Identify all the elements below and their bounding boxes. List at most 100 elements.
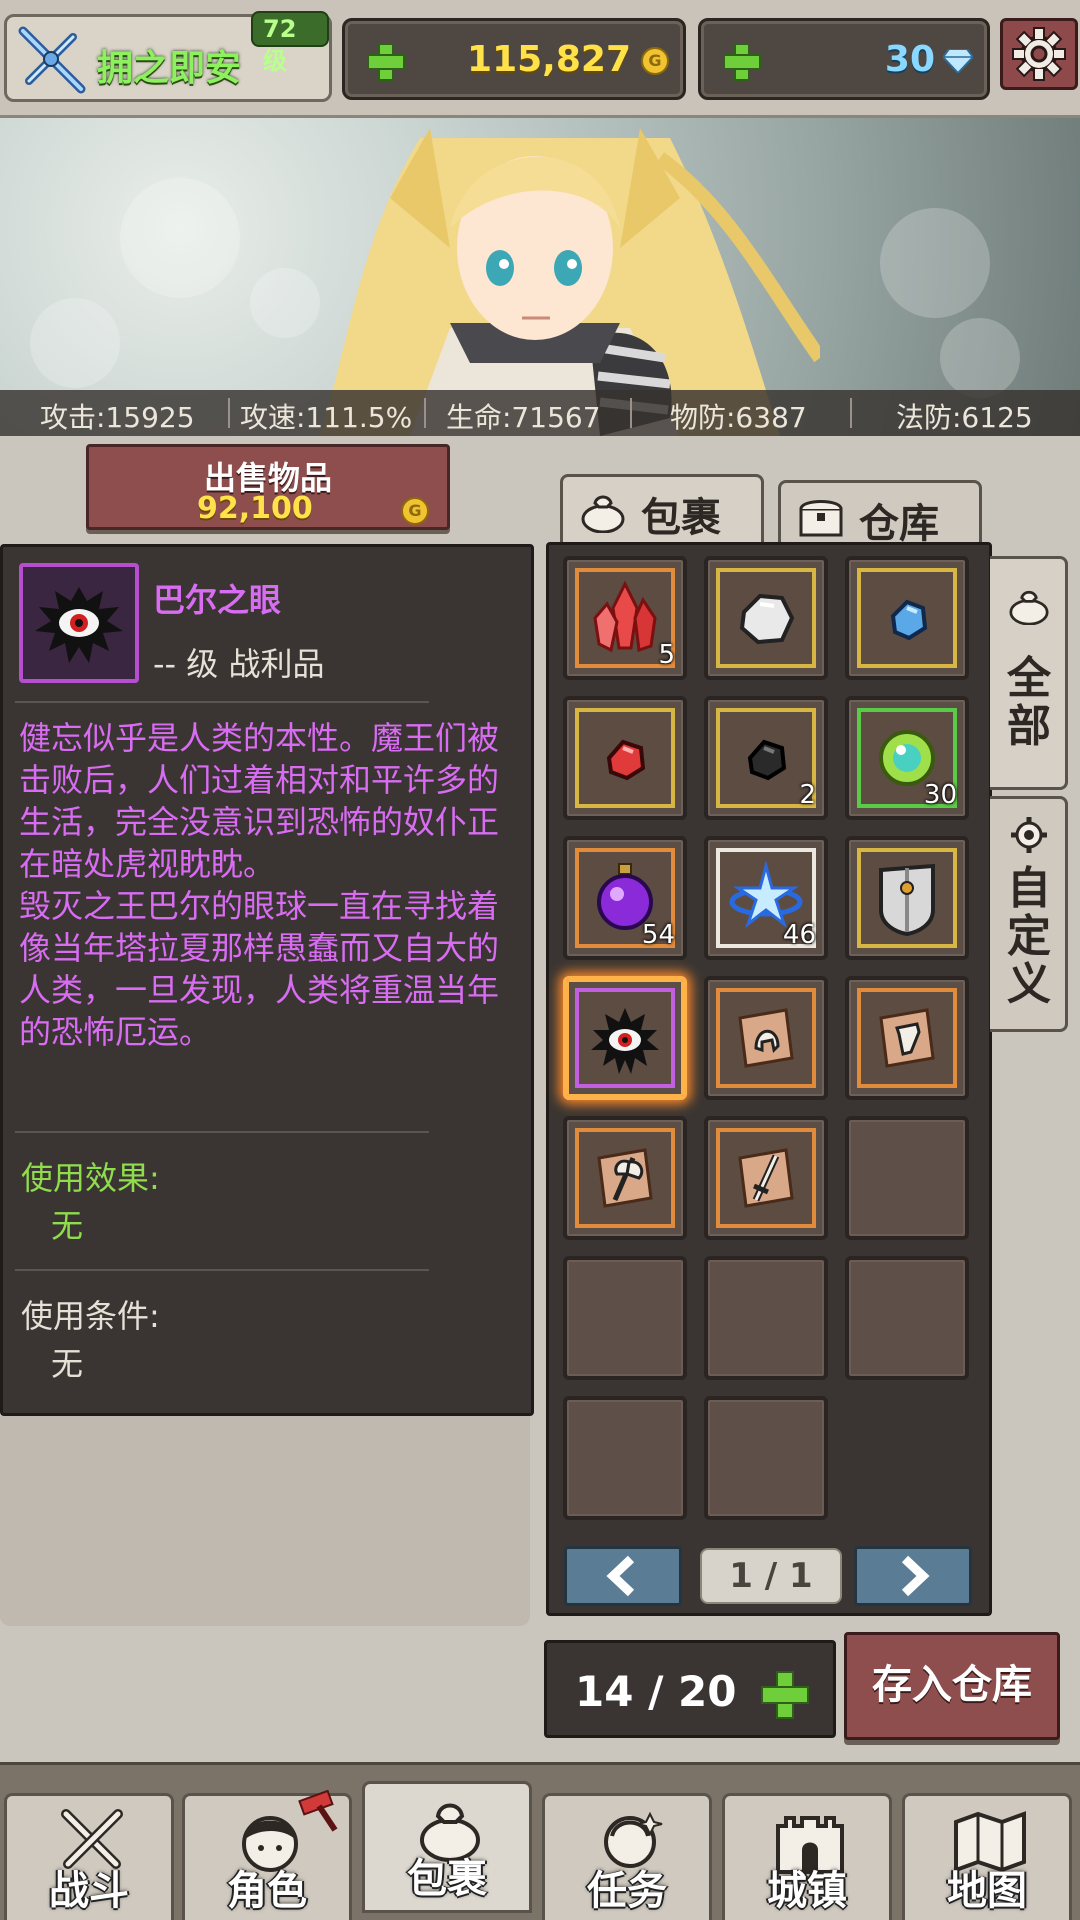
axe-scroll-icon — [597, 1148, 653, 1208]
bag-icon — [1009, 590, 1049, 625]
deposit-to-storage-button[interactable]: 存入仓库 — [844, 1632, 1060, 1740]
nav-bag[interactable]: 包裹 — [362, 1781, 532, 1913]
next-page-button[interactable] — [854, 1546, 972, 1606]
stat-magic-defense: 法防:6125 — [896, 401, 1033, 434]
inventory-slot[interactable] — [845, 556, 969, 680]
stat-attack: 攻击:15925 — [40, 401, 195, 434]
nav-map-label: 地图 — [947, 1868, 1027, 1914]
nav-character-label: 角色 — [227, 1868, 307, 1914]
nav-bag-label: 包裹 — [407, 1856, 487, 1902]
expand-bag-icon[interactable] — [761, 1671, 809, 1719]
empty-inventory-slot[interactable] — [845, 1256, 969, 1380]
inventory-slot[interactable] — [704, 1116, 828, 1240]
helmet-scroll-icon — [738, 1008, 794, 1068]
tab-bag-label: 包裹 — [641, 495, 721, 541]
inventory-slot[interactable]: 46 — [704, 836, 828, 960]
item-count: 54 — [641, 920, 675, 950]
divider — [424, 398, 426, 428]
inventory-slot[interactable] — [563, 1116, 687, 1240]
inventory-slot[interactable] — [704, 976, 828, 1100]
nav-quests-label: 任务 — [587, 1868, 667, 1914]
divider — [15, 1131, 429, 1133]
item-count: 46 — [782, 920, 816, 950]
nav-battle[interactable]: 战斗 — [4, 1793, 174, 1920]
empty-inventory-slot[interactable] — [563, 1396, 687, 1520]
empty-inventory-slot[interactable] — [845, 1116, 969, 1240]
red-crystal-icon — [593, 580, 657, 653]
divider — [15, 1269, 429, 1271]
item-count: 30 — [923, 780, 957, 810]
item-count: 2 — [799, 780, 816, 810]
bag-icon — [581, 495, 625, 533]
item-description-paragraph: 毁灭之王巴尔的眼球一直在寻找着像当年塔拉夏那样愚蠢而又自大的人类，一旦发现，人类… — [19, 887, 500, 1051]
tab-storage-label: 仓库 — [859, 501, 939, 547]
empty-inventory-slot[interactable] — [704, 1256, 828, 1380]
item-level-type: -- 级 战利品 — [153, 645, 325, 683]
inventory-slot[interactable]: 2 — [704, 696, 828, 820]
filter-tab-custom[interactable]: 自定义 — [990, 796, 1068, 1032]
stats-bar: 攻击:15925 攻速:111.5% 生命:71567 物防:6387 法防:6… — [0, 390, 1080, 436]
gold-coin-icon: G — [401, 497, 429, 525]
bag-capacity-value: 14 / 20 — [575, 1667, 737, 1716]
character-portrait — [320, 128, 820, 436]
bag-capacity: 14 / 20 — [544, 1640, 836, 1738]
use-condition-value: 无 — [51, 1345, 84, 1383]
divider — [630, 398, 632, 428]
gear-icon — [1012, 27, 1066, 81]
empty-inventory-slot[interactable] — [563, 1256, 687, 1380]
inventory-slot[interactable]: 5 — [563, 556, 687, 680]
nav-map[interactable]: 地图 — [902, 1793, 1072, 1920]
nav-character[interactable]: 角色 — [182, 1790, 352, 1920]
sword-scroll-icon — [738, 1148, 794, 1208]
inventory-slot[interactable] — [845, 976, 969, 1100]
tab-bag[interactable]: 包裹 — [560, 474, 764, 544]
inventory-slot[interactable] — [563, 976, 687, 1100]
filter-tab-custom-label: 自定义 — [1007, 863, 1051, 1010]
item-description-paragraph: 健忘似乎是人类的本性。魔王们被击败后，人们过着相对和平许多的生活，完全没意识到恐… — [19, 719, 500, 883]
shield-icon — [879, 863, 935, 937]
bottom-nav: 战斗 角色 包裹 任务 城镇 地图 — [0, 1762, 1080, 1920]
stat-health: 生命:71567 — [446, 401, 601, 434]
page-indicator: 1 / 1 — [700, 1548, 842, 1604]
chest-icon — [799, 500, 843, 537]
gem-counter: 30 — [698, 18, 990, 100]
tab-storage[interactable]: 仓库 — [778, 480, 982, 547]
player-level-badge: 72 级 — [251, 11, 329, 75]
use-effect-heading: 使用效果: — [21, 1159, 160, 1197]
empty-inventory-slot[interactable] — [704, 1396, 828, 1520]
filter-tab-all-label: 全部 — [1007, 653, 1051, 752]
filter-tab-all[interactable]: 全部 — [990, 556, 1068, 790]
blue-ore-icon — [890, 599, 928, 641]
settings-button[interactable] — [1000, 18, 1078, 90]
add-gems-icon[interactable] — [723, 43, 761, 81]
divider — [228, 398, 230, 428]
nav-battle-label: 战斗 — [49, 1868, 129, 1914]
gem-amount: 30 — [884, 39, 935, 80]
player-card[interactable]: 拥之即安 72 级 — [4, 11, 332, 102]
gold-coin-icon: G — [641, 47, 669, 75]
character-banner — [0, 118, 1080, 436]
eye-of-baal-icon — [591, 1008, 659, 1074]
detail-panel-base — [0, 1416, 530, 1626]
sell-item-button[interactable]: 出售物品 92,100 G — [86, 444, 450, 530]
eye-of-baal-icon — [35, 587, 123, 663]
inventory-slot[interactable] — [704, 556, 828, 680]
nav-town[interactable]: 城镇 — [722, 1793, 892, 1920]
player-name: 拥之即安 — [97, 48, 242, 89]
add-gold-icon[interactable] — [367, 43, 405, 81]
divider — [15, 701, 429, 703]
inventory-slot[interactable] — [563, 696, 687, 820]
inventory-slot[interactable]: 30 — [845, 696, 969, 820]
inventory-slot[interactable]: 54 — [563, 836, 687, 960]
prev-page-button[interactable] — [564, 1546, 682, 1606]
item-count: 5 — [658, 640, 675, 670]
sword-icon — [18, 26, 86, 94]
diamond-icon — [943, 49, 973, 73]
sell-price: 92,100 — [197, 491, 313, 526]
nav-quests[interactable]: 任务 — [542, 1793, 712, 1920]
stat-physical-defense: 物防:6387 — [670, 401, 807, 434]
top-bar: 拥之即安 72 级 115,827 G 30 — [0, 0, 1080, 118]
item-name: 巴尔之眼 — [153, 581, 282, 619]
inventory-slot[interactable] — [845, 836, 969, 960]
use-effect-value: 无 — [51, 1207, 84, 1245]
